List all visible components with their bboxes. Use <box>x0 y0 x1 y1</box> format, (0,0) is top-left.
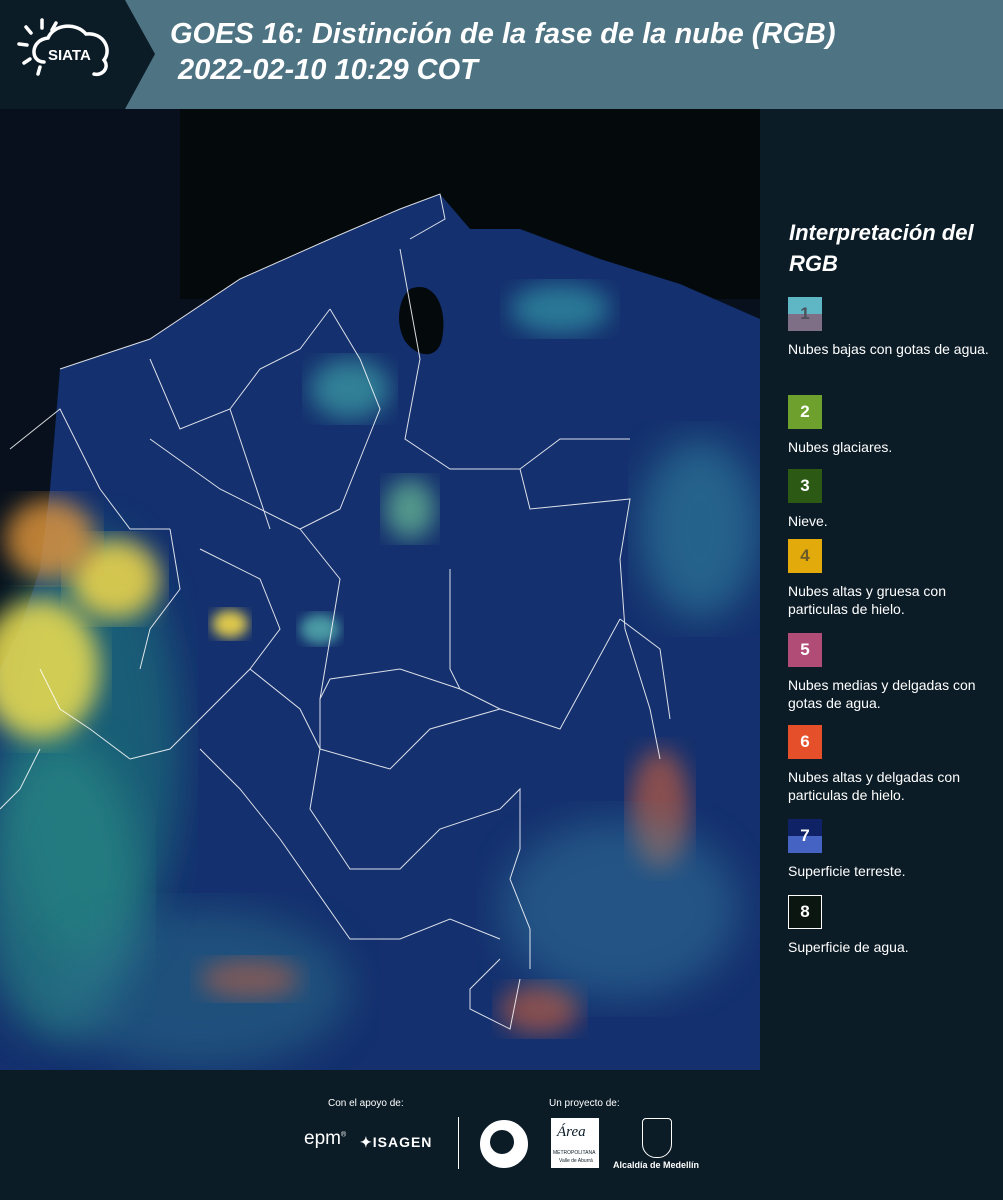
university-seal <box>478 1118 530 1170</box>
legend-panel: Interpretación del RGB 1 Nubes bajas con… <box>760 109 1003 1070</box>
legend-swatch-8: 8 <box>788 895 822 929</box>
legend-label-5: Nubes medias y delgadas con gotas de agu… <box>788 677 976 711</box>
legend-number-4: 4 <box>800 546 810 565</box>
legend-label-6: Nubes altas y delgadas con particulas de… <box>788 769 960 803</box>
page-title: GOES 16: Distinción de la fase de la nub… <box>170 16 836 88</box>
area-metropolitana-logo: Área METROPOLITANA Valle de Aburrá <box>551 1118 599 1168</box>
legend-label-8: Superficie de agua. <box>788 939 909 955</box>
legend-label-4: Nubes altas y gruesa con particulas de h… <box>788 583 946 617</box>
legend-item-5: 5 Nubes medias y delgadas con gotas de a… <box>788 633 998 712</box>
legend-swatch-1: 1 <box>788 297 822 331</box>
legend-number-2: 2 <box>800 402 810 421</box>
legend-number-1: 1 <box>800 304 810 323</box>
legend-item-7: 7 Superficie terreste. <box>788 819 998 880</box>
footer-divider <box>458 1117 459 1169</box>
legend-swatch-2: 2 <box>788 395 822 429</box>
area-logo-sub2: Valle de Aburrá <box>559 1158 593 1164</box>
title-line-1: GOES 16: Distinción de la fase de la nub… <box>170 18 836 50</box>
legend-item-8: 8 Superficie de agua. <box>788 895 998 956</box>
area-logo-title: Área <box>557 1124 586 1140</box>
logo-container: SIATA <box>0 0 155 109</box>
legend-label-7: Superficie terreste. <box>788 863 906 879</box>
title-line-2: 2022-02-10 10:29 COT <box>170 54 478 86</box>
isagen-logo-text: ISAGEN <box>372 1134 433 1150</box>
seal-inner <box>490 1130 514 1154</box>
legend-swatch-5: 5 <box>788 633 822 667</box>
support-label: Con el apoyo de: <box>328 1098 404 1109</box>
legend-item-4: 4 Nubes altas y gruesa con particulas de… <box>788 539 998 618</box>
alcaldia-logo-text: Alcaldía de Medellín <box>613 1160 700 1170</box>
legend-item-3: 3 Nieve. <box>788 469 998 530</box>
project-label: Un proyecto de: <box>549 1098 620 1109</box>
satellite-image <box>0 109 760 1070</box>
legend-number-3: 3 <box>800 476 810 495</box>
legend-label-3: Nieve. <box>788 513 828 529</box>
legend-item-1: 1 Nubes bajas con gotas de agua. <box>788 297 998 358</box>
legend-label-1: Nubes bajas con gotas de agua. <box>788 341 989 357</box>
isagen-icon: ✦ <box>360 1134 373 1150</box>
legend-swatch-3: 3 <box>788 469 822 503</box>
epm-logo-text: epm <box>304 1128 341 1149</box>
legend-number-5: 5 <box>800 640 810 659</box>
header-bar: SIATA GOES 16: Distinción de la fase de … <box>0 0 1003 109</box>
epm-logo: epm® <box>304 1128 347 1149</box>
legend-swatch-7: 7 <box>788 819 822 853</box>
legend-swatch-4: 4 <box>788 539 822 573</box>
legend-label-2: Nubes glaciares. <box>788 439 893 455</box>
logo-text: SIATA <box>48 47 91 64</box>
legend-number-7: 7 <box>800 826 810 845</box>
siata-logo: SIATA <box>17 18 109 77</box>
medellin-coat-of-arms <box>642 1118 672 1158</box>
footer: Con el apoyo de: Un proyecto de: epm® ✦I… <box>0 1070 1003 1200</box>
legend-item-6: 6 Nubes altas y delgadas con particulas … <box>788 725 998 804</box>
legend-item-2: 2 Nubes glaciares. <box>788 395 998 456</box>
legend-number-8: 8 <box>800 902 810 921</box>
area-logo-sub1: METROPOLITANA <box>553 1150 596 1156</box>
legend-swatch-6: 6 <box>788 725 822 759</box>
isagen-logo: ✦ISAGEN <box>360 1134 432 1151</box>
satellite-map <box>0 109 760 1070</box>
legend-number-6: 6 <box>800 732 810 751</box>
legend-title: Interpretación del RGB <box>789 220 974 276</box>
